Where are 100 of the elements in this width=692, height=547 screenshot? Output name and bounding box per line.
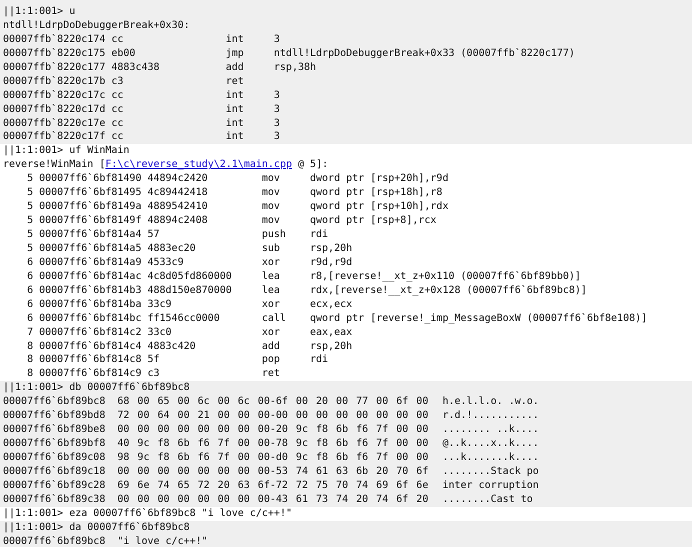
address-text: 00007ffb`8220c174: [3, 32, 106, 47]
opcode-bytes: 57: [147, 228, 161, 242]
line-number: 5: [26, 214, 34, 228]
address-text: 00007ff6`6bf89c18: [3, 464, 106, 479]
opcode-bytes: cc: [111, 116, 124, 130]
mnemonic-text: jmp: [226, 46, 245, 61]
address-text: 00007ffb`8220c17d: [3, 102, 106, 116]
source-link[interactable]: F:\c\reverse_study\2.1\main.cpp: [105, 158, 292, 172]
opcode-bytes: eb00: [111, 46, 136, 61]
ascii-text: ........ ..k....: [442, 423, 539, 438]
ascii-text: h.e.l.l.o. .w.o.: [442, 395, 539, 410]
opcode-bytes: c3: [111, 74, 124, 89]
operands-text: eax,eax: [310, 326, 352, 340]
address-text: 00007ff6`6bf89bd8: [3, 409, 106, 424]
function-header: reverse!WinMain [: [3, 158, 106, 172]
line-number: 5: [26, 172, 34, 186]
string-text: "i love c/c++!": [117, 534, 208, 547]
operands-text: 3: [274, 130, 280, 144]
mnemonic-text: add: [262, 340, 281, 354]
operands-text: rsp,20h: [310, 340, 352, 354]
mnemonic-text: int: [226, 116, 245, 130]
mnemonic-text: xor: [262, 256, 281, 270]
mnemonic-text: xor: [262, 326, 281, 340]
hex-bytes: 40 9c f8 6b f6 7f 00 00-78 9c f8 6b f6 7f 00 00: [117, 437, 430, 451]
line-number: 5: [26, 186, 34, 200]
opcode-bytes: c3: [147, 367, 161, 382]
hex-bytes: 98 9c f8 6b f6 7f 00 00-d0 9c f8 6b f6 7f 00 00: [117, 451, 430, 465]
ascii-text: ........Cast to: [442, 492, 533, 507]
function-header: @ 5]:: [297, 158, 328, 172]
address-text: 00007ff6`6bf814bc: [39, 312, 142, 326]
line-number: 6: [26, 256, 34, 270]
operands-text: 3: [274, 32, 280, 47]
address-text: 00007ffb`8220c17f: [3, 130, 106, 144]
opcode-bytes: 48894c2408: [147, 214, 209, 228]
address-text: 00007ff6`6bf8149a: [39, 200, 142, 214]
address-text: 00007ff6`6bf814c9: [39, 367, 142, 382]
opcode-bytes: 4533c9: [147, 256, 185, 270]
opcode-bytes: cc: [111, 32, 124, 47]
mnemonic-text: int: [226, 130, 245, 144]
hex-bytes: 69 6e 74 65 72 20 63 6f-72 72 75 70 74 69 6f 6e: [117, 478, 430, 493]
mnemonic-text: pop: [262, 353, 281, 368]
address-text: 00007ffb`8220c17c: [3, 88, 106, 103]
address-text: 00007ff6`6bf814c8: [39, 353, 142, 368]
mnemonic-text: lea: [262, 270, 281, 284]
opcode-bytes: 4c8d05fd860000: [147, 270, 233, 284]
operands-text: rdi: [310, 228, 328, 242]
line-number: 8: [26, 367, 34, 382]
address-text: 00007ff6`6bf8149f: [39, 214, 142, 228]
operands-text: rdi: [310, 353, 328, 368]
hex-bytes: 72 00 64 00 21 00 00 00-00 00 00 00 00 00 00 00: [117, 409, 430, 424]
opcode-bytes: 44894c2420: [147, 172, 209, 186]
command-line: ||1:1:001> u: [3, 5, 76, 19]
mnemonic-text: int: [226, 32, 245, 47]
mnemonic-text: xor: [262, 298, 281, 312]
operands-text: dword ptr [rsp+20h],r9d: [310, 172, 448, 186]
address-text: 00007ff6`6bf81495: [39, 186, 142, 200]
address-text: 00007ff6`6bf89bc8: [3, 395, 106, 410]
mnemonic-text: mov: [262, 186, 281, 200]
line-number: 7: [26, 326, 34, 340]
address-text: 00007ff6`6bf814c4: [39, 340, 142, 354]
mnemonic-text: mov: [262, 200, 281, 214]
opcode-bytes: ff1546cc0000: [147, 312, 221, 326]
address-text: 00007ff6`6bf814a5: [39, 242, 142, 256]
operands-text: qword ptr [rsp+10h],rdx: [310, 200, 448, 214]
line-number: 8: [26, 340, 34, 354]
mnemonic-text: int: [226, 88, 245, 103]
hex-bytes: 00 00 00 00 00 00 00 00-43 61 73 74 20 74 6f 20: [117, 492, 430, 507]
operands-text: 3: [274, 116, 280, 130]
opcode-bytes: 4883ec20: [147, 242, 197, 256]
command-line: ||1:1:001> da 00007ff6`6bf89bc8: [3, 520, 190, 535]
command-line: ||1:1:001> uf WinMain: [3, 144, 130, 158]
address-text: 00007ff6`6bf814ba: [39, 298, 142, 312]
ascii-text: r.d.!...........: [442, 409, 539, 424]
mnemonic-text: sub: [262, 242, 281, 256]
address-text: 00007ff6`6bf81490: [39, 172, 142, 186]
opcode-bytes: cc: [111, 102, 124, 116]
operands-text: 3: [274, 102, 280, 116]
address-text: 00007ff6`6bf814b3: [39, 284, 142, 298]
line-number: 6: [26, 312, 34, 326]
mnemonic-text: mov: [262, 214, 281, 228]
hex-bytes: 00 00 00 00 00 00 00 00-53 74 61 63 6b 20 70 6f: [117, 464, 430, 479]
operands-text: ecx,ecx: [310, 298, 352, 312]
address-text: 00007ff6`6bf814a4: [39, 228, 142, 242]
line-number: 5: [26, 200, 34, 214]
operands-text: 3: [274, 88, 280, 103]
operands-text: qword ptr [reverse!_imp_MessageBoxW (00007ff6`6bf8e108)]: [310, 312, 648, 326]
opcode-bytes: cc: [111, 130, 124, 144]
line-number: 6: [26, 270, 34, 284]
opcode-bytes: 4c89442418: [147, 186, 209, 200]
address-text: 00007ffb`8220c177: [3, 60, 106, 75]
opcode-bytes: 488d150e870000: [147, 284, 233, 298]
opcode-bytes: 4883c438: [111, 60, 161, 75]
hex-bytes: 68 00 65 00 6c 00 6c 00-6f 00 20 00 77 00 6f 00: [117, 395, 430, 410]
operands-text: qword ptr [rsp+8],rcx: [310, 214, 436, 228]
opcode-bytes: cc: [111, 88, 124, 103]
mnemonic-text: ret: [262, 367, 281, 382]
ascii-text: ........Stack po: [442, 464, 539, 479]
function-header: ntdll!LdrpDoDebuggerBreak+0x30:: [3, 18, 190, 33]
operands-text: rsp,38h: [274, 60, 316, 75]
line-number: 5: [26, 242, 34, 256]
